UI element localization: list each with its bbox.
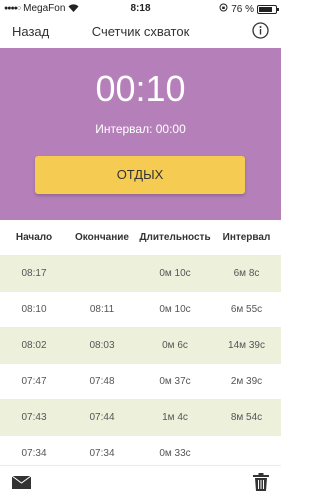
cell-end: 08:03	[89, 340, 115, 351]
interval-label: Интервал: 00:00	[95, 122, 186, 136]
contractions-table[interactable]: 08:17 0м 10с 6м 8с 08:10 08:11 0м 10с 6м…	[0, 255, 281, 465]
status-right: 76 %	[219, 3, 279, 15]
table-row[interactable]: 08:02 08:03 0м 6с 14м 39с	[0, 327, 281, 363]
table-row[interactable]: 07:43 07:44 1м 4с 8м 54с	[0, 399, 281, 435]
mail-icon[interactable]	[11, 475, 32, 489]
timer-display: 00:10	[95, 68, 186, 109]
cell-start: 08:10	[21, 304, 47, 315]
cell-start: 08:02	[21, 340, 47, 351]
battery-icon	[257, 4, 279, 14]
header-duration: Длительность	[139, 232, 211, 243]
cell-end: 07:44	[89, 412, 115, 423]
table-row[interactable]: 07:47 07:48 0м 37с 2м 39с	[0, 363, 281, 399]
cell-start: 07:43	[21, 412, 47, 423]
cell-end: 07:34	[89, 448, 115, 459]
cell-interval: 14м 39с	[228, 340, 265, 351]
table-header: Начало Окончание Длительность Интервал	[0, 220, 281, 255]
cell-interval: 2м 39с	[230, 376, 263, 387]
lock-rotation-icon	[219, 3, 228, 15]
info-icon[interactable]	[252, 22, 269, 39]
cell-start: 07:47	[21, 376, 47, 387]
cell-interval: 8м 54с	[230, 412, 263, 423]
rest-button[interactable]: ОТДЫХ	[35, 156, 245, 194]
battery-percent: 76 %	[231, 3, 254, 15]
cell-duration: 0м 10с	[159, 268, 191, 279]
nav-bar: Назад Счетчик схваток	[0, 18, 281, 48]
cell-start: 08:17	[21, 268, 47, 279]
table-row[interactable]: 08:17 0м 10с 6м 8с	[0, 255, 281, 291]
table-row[interactable]: 07:34 07:34 0м 33с	[0, 435, 281, 465]
cell-duration: 0м 10с	[159, 304, 191, 315]
cell-start: 07:34	[21, 448, 47, 459]
cell-interval: 6м 8с	[233, 268, 260, 279]
header-start: Начало	[15, 232, 53, 243]
bottom-toolbar	[0, 465, 281, 500]
cell-duration: 1м 4с	[162, 412, 188, 423]
cell-end: 08:11	[89, 304, 115, 315]
status-bar: ●●●●○ MegaFon 8:18 76 %	[0, 0, 281, 18]
header-interval: Интервал	[222, 232, 271, 243]
header-end: Окончание	[75, 232, 129, 243]
table-row[interactable]: 08:10 08:11 0м 10с 6м 55с	[0, 291, 281, 327]
trash-icon[interactable]	[253, 473, 269, 491]
cell-end: 07:48	[89, 376, 115, 387]
cell-duration: 0м 37с	[159, 376, 191, 387]
page-title: Счетчик схваток	[91, 24, 190, 39]
cell-interval: 6м 55с	[230, 304, 263, 315]
cell-duration: 0м 6с	[162, 340, 188, 351]
timer-panel: 00:10 Интервал: 00:00 ОТДЫХ	[0, 48, 281, 220]
cell-duration: 0м 33с	[159, 448, 191, 459]
